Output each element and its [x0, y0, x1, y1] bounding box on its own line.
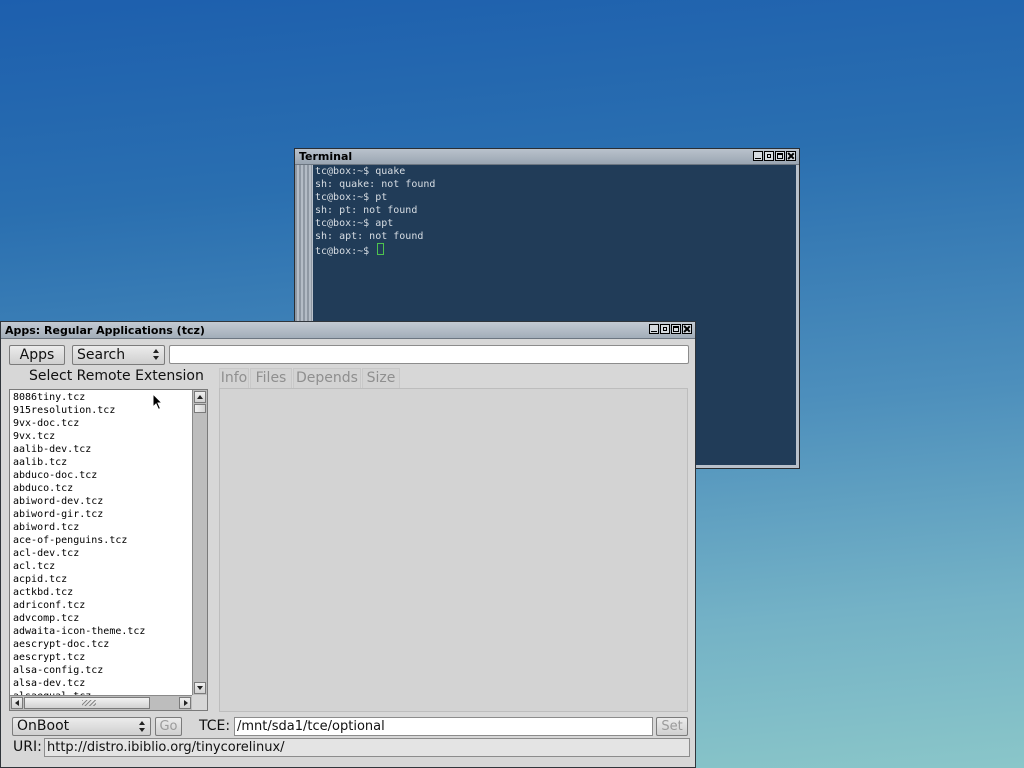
text-cursor [377, 243, 385, 255]
list-item[interactable]: abduco-doc.tcz [13, 469, 191, 482]
minimize-icon[interactable] [753, 151, 763, 161]
info-panel [219, 388, 688, 712]
tab-files[interactable]: Files [250, 368, 292, 388]
terminal-titlebar[interactable]: Terminal [295, 149, 799, 165]
onboot-label: OnBoot [17, 718, 70, 734]
list-item[interactable]: abiword-gir.tcz [13, 508, 191, 521]
list-item[interactable]: aalib-dev.tcz [13, 443, 191, 456]
list-item[interactable]: aalib.tcz [13, 456, 191, 469]
terminal-window-controls [753, 151, 796, 161]
apps-titlebar[interactable]: Apps: Regular Applications (tcz) [1, 322, 695, 339]
list-item[interactable]: abiword.tcz [13, 521, 191, 534]
list-horizontal-scrollbar[interactable] [10, 695, 192, 710]
vertical-scroll-thumb[interactable] [194, 404, 206, 413]
list-item[interactable]: advcomp.tcz [13, 612, 191, 625]
list-item[interactable]: alsa-config.tcz [13, 664, 191, 677]
arrow-right-icon [184, 700, 188, 706]
list-item[interactable]: acl-dev.tcz [13, 547, 191, 560]
search-input[interactable] [169, 345, 689, 364]
list-item[interactable]: ace-of-penguins.tcz [13, 534, 191, 547]
list-item[interactable]: 915resolution.tcz [13, 404, 191, 417]
terminal-title: Terminal [299, 150, 353, 163]
list-item[interactable]: 8086tiny.tcz [13, 391, 191, 404]
tab-info[interactable]: Info [219, 368, 249, 388]
tab-size[interactable]: Size [362, 368, 400, 388]
minimize-icon[interactable] [649, 324, 659, 334]
maximize-icon[interactable] [775, 151, 785, 161]
tce-label: TCE: [199, 718, 231, 734]
mouse-pointer-icon [152, 393, 164, 411]
scroll-right-button[interactable] [179, 697, 191, 709]
terminal-line: tc@box:~$ apt [315, 218, 394, 229]
uri-field[interactable]: http://distro.ibiblio.org/tinycorelinux/ [44, 738, 690, 757]
terminal-prompt-line: tc@box:~$ [315, 243, 796, 257]
list-item[interactable]: aescrypt.tcz [13, 651, 191, 664]
list-item[interactable]: adwaita-icon-theme.tcz [13, 625, 191, 638]
scrollbar-corner [192, 695, 207, 710]
list-item[interactable]: abiword-dev.tcz [13, 495, 191, 508]
apps-window[interactable]: Apps: Regular Applications (tcz) Apps Se… [0, 321, 696, 768]
list-header: Select Remote Extension [29, 368, 204, 384]
terminal-prompt: tc@box:~$ [315, 246, 376, 257]
restore-icon[interactable] [764, 151, 774, 161]
list-item[interactable]: 9vx.tcz [13, 430, 191, 443]
terminal-line: tc@box:~$ pt [315, 192, 388, 203]
list-item[interactable]: alsa-dev.tcz [13, 677, 191, 690]
apps-window-controls [649, 324, 692, 334]
maximize-icon[interactable] [671, 324, 681, 334]
apps-title: Apps: Regular Applications (tcz) [5, 324, 205, 337]
set-button[interactable]: Set [656, 717, 688, 736]
arrow-up-icon [197, 395, 203, 399]
list-item[interactable]: aescrypt-doc.tcz [13, 638, 191, 651]
onboot-select[interactable]: OnBoot [12, 717, 151, 736]
terminal-line: sh: quake: not found [315, 179, 436, 190]
restore-icon[interactable] [660, 324, 670, 334]
arrow-down-icon [197, 686, 203, 690]
close-icon[interactable] [786, 151, 796, 161]
uri-label: URI: [13, 739, 42, 755]
tab-depends[interactable]: Depends [293, 368, 361, 388]
list-item[interactable]: actkbd.tcz [13, 586, 191, 599]
scroll-left-button[interactable] [11, 697, 23, 709]
scroll-up-button[interactable] [194, 391, 206, 403]
list-item[interactable]: abduco.tcz [13, 482, 191, 495]
list-vertical-scrollbar[interactable] [192, 390, 207, 695]
scroll-down-button[interactable] [194, 682, 206, 694]
extension-list[interactable]: 8086tiny.tcz 915resolution.tcz 9vx-doc.t… [9, 389, 208, 711]
terminal-line: sh: pt: not found [315, 205, 418, 216]
search-mode-label: Search [77, 347, 126, 363]
select-arrows-icon [153, 349, 160, 360]
horizontal-scroll-thumb[interactable] [24, 697, 150, 709]
close-icon[interactable] [682, 324, 692, 334]
search-mode-select[interactable]: Search [72, 345, 165, 365]
list-item[interactable]: acpid.tcz [13, 573, 191, 586]
arrow-left-icon [15, 700, 19, 706]
go-button[interactable]: Go [155, 717, 182, 736]
tce-path-field[interactable]: /mnt/sda1/tce/optional [234, 717, 653, 736]
list-item[interactable]: acl.tcz [13, 560, 191, 573]
apps-menu-button[interactable]: Apps [9, 345, 65, 365]
list-item[interactable]: adriconf.tcz [13, 599, 191, 612]
terminal-line: tc@box:~$ quake [315, 166, 406, 177]
extension-items: 8086tiny.tcz 915resolution.tcz 9vx-doc.t… [13, 391, 191, 703]
list-item[interactable]: 9vx-doc.tcz [13, 417, 191, 430]
select-arrows-icon [139, 721, 146, 732]
desktop: Terminal tc@box:~$ quake sh: quake: not … [0, 0, 1024, 768]
terminal-line: sh: apt: not found [315, 231, 424, 242]
